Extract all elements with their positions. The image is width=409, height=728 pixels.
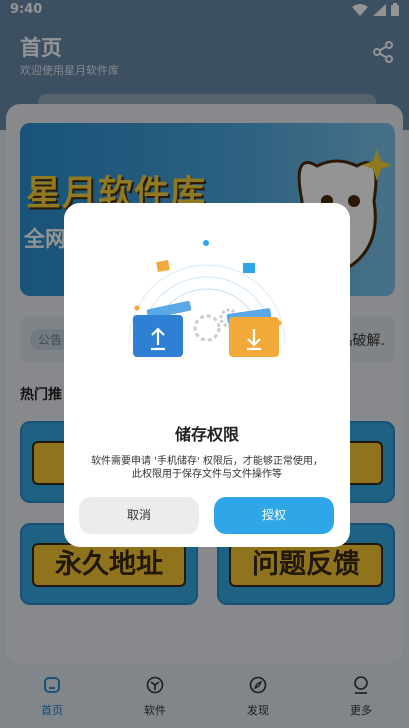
- dialog-message-line-2: 此权限用于保存文件与文件操作等: [132, 469, 282, 480]
- dialog-message: 软件需要申请 '手机储存' 权限后，才能够正常使用， 此权限用于保存文件与文件操…: [78, 455, 336, 481]
- dialog-message-line-1: 软件需要申请 '手机储存' 权限后，才能够正常使用，: [91, 456, 323, 467]
- cancel-button[interactable]: 取消: [79, 497, 199, 534]
- folder-sync-icon: [128, 240, 286, 357]
- authorize-button[interactable]: 授权: [214, 497, 334, 534]
- storage-permission-dialog: 储存权限 软件需要申请 '手机储存' 权限后，才能够正常使用， 此权限用于保存文…: [64, 203, 350, 547]
- dialog-title: 储存权限: [174, 425, 239, 444]
